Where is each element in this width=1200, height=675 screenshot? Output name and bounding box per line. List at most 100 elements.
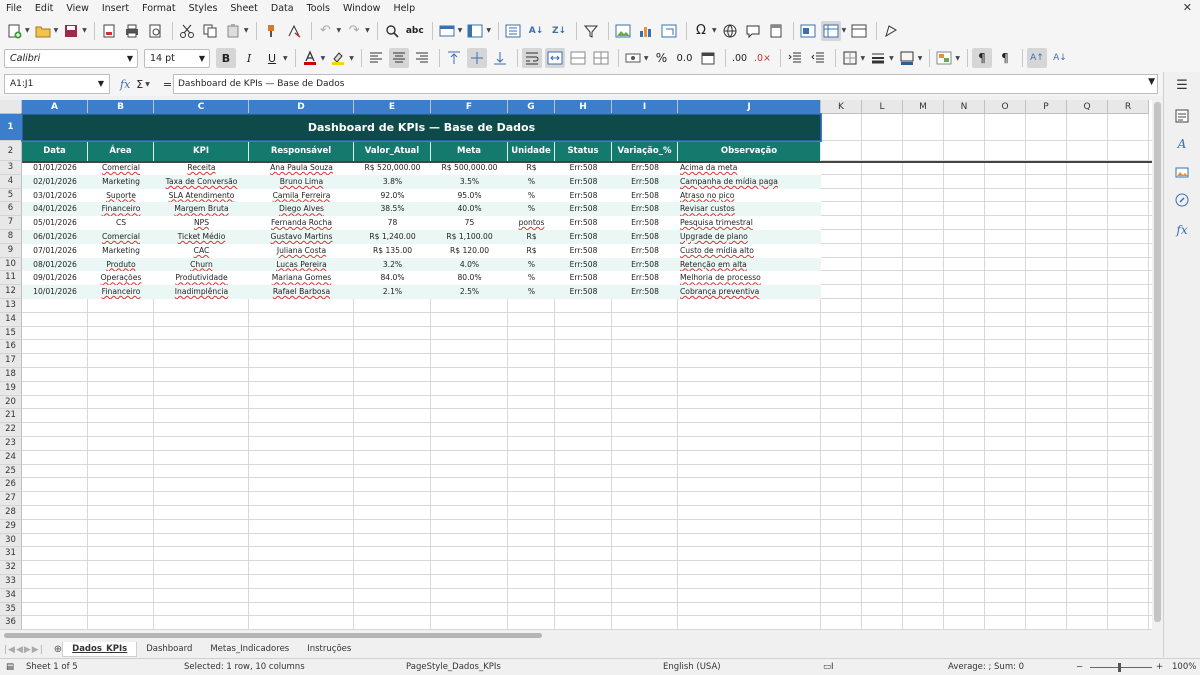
row-header[interactable]: 5	[0, 188, 22, 203]
currency-format-icon[interactable]	[623, 48, 643, 68]
save-icon[interactable]	[61, 21, 81, 41]
column-header-q[interactable]: Q	[1067, 100, 1108, 114]
table-cell[interactable]: Err:508	[612, 258, 678, 272]
table-cell[interactable]: 92.0%	[354, 189, 431, 203]
row-header[interactable]: 32	[0, 561, 22, 575]
table-cell[interactable]: 01/01/2026	[22, 161, 88, 175]
decrease-indent-icon[interactable]	[808, 48, 828, 68]
page-style[interactable]: PageStyle_Dados_KPIs	[406, 662, 501, 672]
table-cell[interactable]: Produto	[88, 258, 154, 272]
table-header-cell[interactable]: Data	[22, 141, 88, 161]
chevron-down-icon[interactable]: ▼	[199, 54, 205, 63]
navigator-icon[interactable]	[1174, 192, 1190, 208]
font-name-box[interactable]: Calibri ▼	[4, 48, 138, 68]
horizontal-scrollbar[interactable]	[0, 630, 1152, 640]
row-header[interactable]: 4	[0, 174, 22, 189]
add-decimal-icon[interactable]: .00	[730, 48, 750, 68]
table-cell[interactable]: Err:508	[555, 216, 612, 230]
table-cell[interactable]: Ticket Médio	[154, 230, 249, 244]
row-icon[interactable]	[437, 21, 457, 41]
chevron-down-icon[interactable]: ▼	[98, 79, 104, 88]
table-cell[interactable]: NPS	[154, 216, 249, 230]
left-to-right-icon[interactable]: ¶	[972, 48, 992, 68]
select-all-corner[interactable]	[0, 100, 22, 114]
table-cell[interactable]: Comercial	[88, 230, 154, 244]
row-header[interactable]: 15	[0, 326, 22, 341]
row-header[interactable]: 18	[0, 368, 22, 382]
sum-info[interactable]: Average: ; Sum: 0	[948, 662, 1024, 672]
text-direction-horizontal-icon[interactable]: A↑	[1027, 48, 1047, 68]
table-cell[interactable]: %	[508, 271, 555, 285]
menu-item-data[interactable]: Data	[271, 3, 294, 14]
column-header-n[interactable]: N	[944, 100, 985, 114]
properties-icon[interactable]	[1174, 108, 1190, 124]
conditional-format-icon[interactable]	[934, 48, 954, 68]
clear-formatting-icon[interactable]	[284, 21, 304, 41]
table-cell[interactable]: Revisar custos	[678, 202, 821, 216]
menu-item-format[interactable]: Format	[142, 3, 175, 14]
table-cell[interactable]: %	[508, 189, 555, 203]
table-header-cell[interactable]: KPI	[154, 141, 249, 161]
menu-item-styles[interactable]: Styles	[189, 3, 218, 14]
table-cell[interactable]: 2.1%	[354, 285, 431, 299]
table-cell[interactable]: Err:508	[612, 216, 678, 230]
column-header-o[interactable]: O	[985, 100, 1026, 114]
font-color-icon[interactable]	[300, 48, 320, 68]
zoom-out-icon[interactable]: −	[1076, 662, 1083, 672]
insert-chart-icon[interactable]	[636, 21, 656, 41]
table-cell[interactable]: Diego Alves	[249, 202, 354, 216]
row-header[interactable]: 9	[0, 243, 22, 258]
table-cell[interactable]: CAC	[154, 244, 249, 258]
table-cell[interactable]: %	[508, 258, 555, 272]
row-header[interactable]: 30	[0, 533, 22, 548]
table-cell[interactable]: Financeiro	[88, 285, 154, 299]
row-header[interactable]: 26	[0, 478, 22, 493]
table-header-cell[interactable]: Valor_Atual	[354, 141, 431, 161]
table-cell[interactable]: Err:508	[555, 161, 612, 175]
table-header-cell[interactable]: Variação_%	[612, 141, 678, 161]
row-header[interactable]: 14	[0, 312, 22, 327]
table-cell[interactable]: R$ 120.00	[431, 244, 508, 258]
row-header[interactable]: 19	[0, 381, 22, 396]
align-center-icon[interactable]	[388, 48, 409, 68]
sort-descending-icon[interactable]: Z↓	[549, 21, 569, 41]
table-cell[interactable]: Fernanda Rocha	[249, 216, 354, 230]
row-header[interactable]: 6	[0, 202, 22, 217]
menu-item-help[interactable]: Help	[393, 3, 415, 14]
row-header[interactable]: 28	[0, 506, 22, 520]
table-cell[interactable]: 4.0%	[431, 258, 508, 272]
zoom-slider-knob[interactable]	[1118, 663, 1121, 672]
row-header[interactable]: 17	[0, 354, 22, 368]
split-window-icon[interactable]	[849, 21, 869, 41]
column-header-i[interactable]: I	[612, 100, 678, 114]
table-cell[interactable]: 78	[354, 216, 431, 230]
spreadsheet-grid[interactable]: A B C D E F G H I J K L M N O P Q R 1 2 3 4 5 6 7 8 9 10 11 12 13 14 15 1…	[0, 100, 1152, 630]
table-cell[interactable]: 80.0%	[431, 271, 508, 285]
table-cell[interactable]: Receita	[154, 161, 249, 175]
table-cell[interactable]: 02/01/2026	[22, 175, 88, 189]
special-character-icon[interactable]: Ω	[691, 21, 711, 41]
clone-formatting-icon[interactable]	[261, 21, 281, 41]
border-color-icon[interactable]	[897, 48, 917, 68]
row-header[interactable]: 11	[0, 271, 22, 286]
new-document-icon[interactable]	[4, 21, 24, 41]
define-print-area-icon[interactable]	[798, 21, 818, 41]
row-header[interactable]: 25	[0, 464, 22, 479]
wrap-text-icon[interactable]	[521, 48, 542, 68]
border-style-icon[interactable]	[868, 48, 888, 68]
functions-icon[interactable]: fx	[1174, 222, 1190, 238]
italic-icon[interactable]: I	[239, 48, 259, 68]
expand-formula-bar-icon[interactable]: ▼	[1148, 77, 1155, 87]
table-cell[interactable]: CS	[88, 216, 154, 230]
row-header[interactable]: 21	[0, 409, 22, 424]
table-cell[interactable]: 75	[431, 216, 508, 230]
merge-center-icon[interactable]	[544, 48, 565, 68]
table-cell[interactable]: Err:508	[612, 244, 678, 258]
table-cell[interactable]: R$	[508, 161, 555, 175]
column-header-c[interactable]: C	[154, 100, 249, 114]
column-header-d[interactable]: D	[249, 100, 354, 114]
row-header[interactable]: 12	[0, 285, 22, 299]
column-icon[interactable]	[465, 21, 485, 41]
table-cell[interactable]: 3.2%	[354, 258, 431, 272]
vertical-scroll-thumb[interactable]	[1154, 102, 1161, 622]
